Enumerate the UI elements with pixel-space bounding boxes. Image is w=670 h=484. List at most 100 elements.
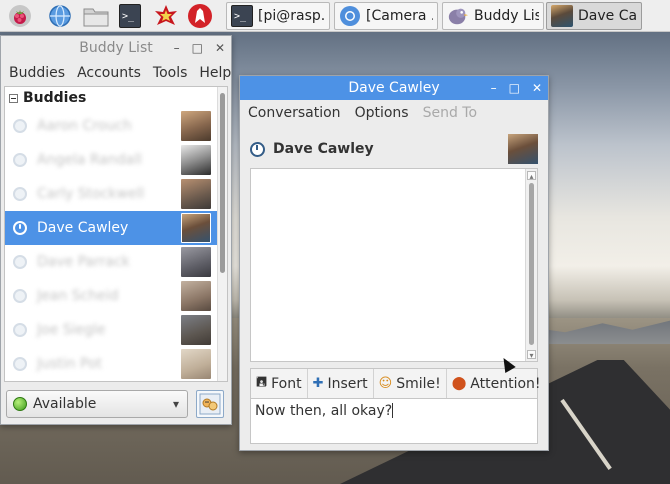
buddy-row-selected[interactable]: Dave Cawley	[5, 211, 227, 245]
contact-avatar	[508, 134, 538, 164]
window-title: Dave Cawley	[348, 80, 440, 96]
buddy-row[interactable]: Jean Scheid	[5, 279, 227, 313]
history-scrollbar[interactable]: ▴ ▾	[525, 169, 537, 361]
idle-clock-icon	[13, 221, 27, 235]
scroll-down-icon[interactable]: ▾	[527, 350, 536, 360]
menu-buddies[interactable]: Buddies	[9, 65, 65, 81]
status-icon	[13, 255, 27, 269]
smile-button-label: Smile!	[396, 375, 441, 392]
buddy-avatar	[181, 179, 211, 209]
taskbar-item-label: [Camera ...	[366, 8, 433, 24]
window-title: Buddy List	[79, 40, 153, 56]
contact-avatar-icon	[551, 5, 573, 27]
chat-titlebar[interactable]: Dave Cawley – □ ✕	[240, 76, 548, 100]
taskbar-item-dave-cawley[interactable]: Dave Ca...	[546, 2, 642, 30]
taskbar-item-label: [pi@rasp...	[258, 8, 325, 24]
scroll-up-icon[interactable]: ▴	[527, 171, 536, 181]
buddy-name: Dave Parrack	[37, 254, 130, 270]
web-browser-icon[interactable]	[46, 3, 74, 29]
status-icon	[13, 289, 27, 303]
conversation-header: Dave Cawley	[250, 132, 538, 166]
menu-send-to: Send To	[422, 105, 478, 121]
maximize-icon[interactable]: □	[192, 41, 203, 55]
insert-button[interactable]: ✚ Insert	[308, 369, 374, 398]
status-icon	[13, 119, 27, 133]
smile-button[interactable]: ☺ Smile!	[374, 369, 447, 398]
status-icon	[13, 187, 27, 201]
buddy-list-scrollbar[interactable]	[217, 87, 227, 381]
buddy-name: Joe Siegle	[37, 322, 106, 338]
buddy-avatar	[181, 145, 211, 175]
buddy-icon-icon	[199, 393, 221, 415]
buddy-row[interactable]: Justin Pot	[5, 347, 227, 381]
message-entry[interactable]: Now then, all okay?	[250, 398, 538, 444]
font-icon: 🖪	[256, 374, 268, 390]
taskbar-item-camera[interactable]: [Camera ...	[334, 2, 438, 30]
scrollbar-thumb[interactable]	[529, 183, 534, 345]
message-entry-text: Now then, all okay?	[255, 403, 393, 419]
plus-icon: ✚	[312, 376, 324, 391]
buddy-name: Justin Pot	[37, 356, 102, 372]
buddy-name: Carly Stockwell	[37, 186, 145, 202]
buddy-icon-button[interactable]	[196, 390, 224, 418]
contact-name: Dave Cawley	[273, 141, 374, 157]
buddy-name: Aaron Crouch	[37, 118, 132, 134]
insert-button-label: Insert	[327, 375, 368, 392]
menu-help[interactable]: Help	[199, 65, 231, 81]
terminal-icon: >_	[231, 5, 253, 27]
menu-conversation[interactable]: Conversation	[248, 105, 341, 121]
buddy-list-titlebar[interactable]: Buddy List – □ ✕	[1, 36, 231, 60]
taskbar-item-label: Dave Ca...	[578, 8, 637, 24]
scrollbar-thumb[interactable]	[220, 93, 225, 273]
buddy-name: Dave Cawley	[37, 220, 129, 236]
attention-icon: ⬤	[451, 376, 467, 391]
wolfram-icon[interactable]	[186, 3, 214, 29]
buddy-row[interactable]: Aaron Crouch	[5, 109, 227, 143]
group-header[interactable]: Buddies	[5, 87, 227, 109]
buddy-avatar	[181, 247, 211, 277]
chevron-down-icon: ▾	[172, 397, 179, 411]
buddy-list-menubar: Buddies Accounts Tools Help	[1, 60, 231, 86]
mathematica-icon[interactable]	[152, 3, 180, 29]
menu-accounts[interactable]: Accounts	[77, 65, 141, 81]
chromium-icon	[340, 6, 360, 26]
idle-clock-icon	[250, 141, 265, 157]
taskbar-item-buddy-list[interactable]: Buddy List	[442, 2, 544, 30]
taskbar-item-label: Buddy List	[474, 8, 539, 24]
buddy-row[interactable]: Carly Stockwell	[5, 177, 227, 211]
taskbar-item-terminal[interactable]: >_ [pi@rasp...	[226, 2, 330, 30]
buddy-tree: Buddies Aaron Crouch Angela Randall Carl…	[4, 86, 228, 382]
buddy-name: Angela Randall	[37, 152, 142, 168]
close-icon[interactable]: ✕	[532, 81, 542, 95]
status-label: Available	[33, 396, 97, 412]
status-dropdown[interactable]: Available ▾	[6, 390, 188, 418]
close-icon[interactable]: ✕	[215, 41, 225, 55]
text-caret	[392, 403, 394, 418]
maximize-icon[interactable]: □	[509, 81, 520, 95]
buddy-avatar	[181, 213, 211, 243]
buddy-row[interactable]: Dave Parrack	[5, 245, 227, 279]
message-history[interactable]: ▴ ▾	[250, 168, 538, 362]
attention-button[interactable]: ⬤ Attention!	[447, 369, 546, 398]
font-button-label: Font	[271, 375, 302, 392]
minimize-icon[interactable]: –	[174, 41, 180, 55]
buddy-row[interactable]: Joe Siegle	[5, 313, 227, 347]
chat-window: Dave Cawley – □ ✕ Conversation Options S…	[239, 75, 549, 451]
chat-menubar: Conversation Options Send To	[240, 100, 548, 126]
buddy-avatar	[181, 315, 211, 345]
attention-button-label: Attention!	[470, 375, 541, 392]
minimize-icon[interactable]: –	[491, 81, 497, 95]
raspberry-menu-icon[interactable]	[6, 3, 34, 29]
file-manager-icon[interactable]	[82, 3, 110, 29]
taskbar: >_ >_ [pi@rasp... [Camera ... Buddy	[0, 0, 670, 32]
menu-tools[interactable]: Tools	[153, 65, 188, 81]
collapse-icon[interactable]	[9, 93, 18, 103]
formatting-toolbar: 🖪 Font ✚ Insert ☺ Smile! ⬤ Attention!	[250, 368, 541, 398]
buddy-avatar	[181, 349, 211, 379]
status-icon	[13, 357, 27, 371]
menu-options[interactable]: Options	[355, 105, 409, 121]
font-button[interactable]: 🖪 Font	[251, 369, 308, 398]
buddy-row[interactable]: Angela Randall	[5, 143, 227, 177]
terminal-icon[interactable]: >_	[116, 3, 144, 29]
group-label: Buddies	[23, 90, 87, 106]
